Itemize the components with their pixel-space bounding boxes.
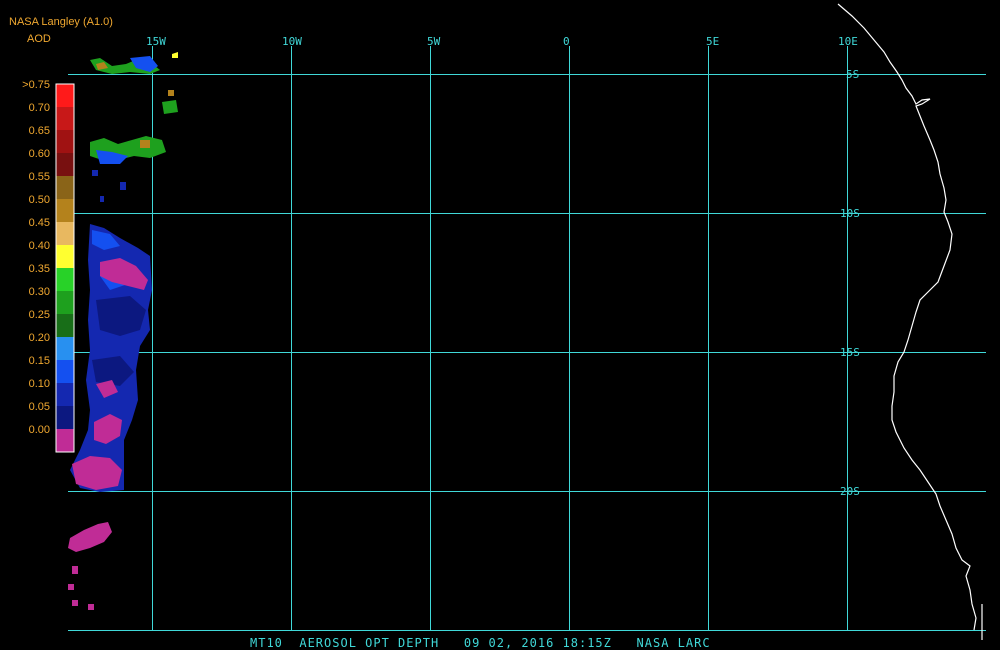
aerosol-map: 15W 10W 5W 0 5E 10E 5S 10S 15S 20S >0.75…: [22, 3, 986, 650]
legend-label: 0.25: [29, 309, 50, 321]
lat-label-10s: 10S: [840, 207, 860, 220]
legend-swatch: [56, 199, 74, 222]
coastline: [837, 3, 977, 631]
legend-swatch: [56, 291, 74, 314]
lat-label-15s: 15S: [840, 346, 860, 359]
legend-label: 0.40: [29, 240, 50, 252]
aod-legend: >0.75 0.70 0.65 0.60 0.55 0.50 0.45 0.40 0.35 0.3…: [22, 79, 75, 453]
legend-swatch: [56, 84, 74, 107]
legend-label: 0.15: [29, 355, 50, 367]
lon-label-10e: 10E: [838, 35, 858, 48]
aod-scatter-8s: [92, 170, 126, 202]
lon-label-5w: 5W: [427, 35, 441, 48]
legend-label: >0.75: [22, 79, 50, 91]
legend-swatch: [56, 268, 74, 291]
legend-swatch: [56, 107, 74, 130]
aod-patch-small-1: [162, 100, 178, 114]
legend-label: 0.00: [29, 424, 50, 436]
aod-south-patch-1: [68, 522, 112, 552]
legend-swatch: [56, 153, 74, 176]
lon-label-10w: 10W: [282, 35, 302, 48]
legend-swatch: [56, 314, 74, 337]
legend-label: 0.10: [29, 378, 50, 390]
aod-patch-small-2: [168, 90, 174, 96]
legend-label: 0.35: [29, 263, 50, 275]
lon-label-5e: 5E: [706, 35, 719, 48]
legend-swatch: [56, 406, 74, 429]
legend-swatch: [56, 337, 74, 360]
longitude-labels: 15W 10W 5W 0 5E 10E: [146, 35, 858, 48]
lat-label-20s: 20S: [840, 485, 860, 498]
legend-swatch: [56, 176, 74, 199]
legend-label: 0.65: [29, 125, 50, 137]
legend-swatch: [56, 383, 74, 406]
legend-label: 0.70: [29, 102, 50, 114]
legend-label: 0.05: [29, 401, 50, 413]
legend-label: 0.50: [29, 194, 50, 206]
legend-label: 0.45: [29, 217, 50, 229]
legend-swatch: [56, 245, 74, 268]
map-grid: [68, 46, 986, 631]
aod-south-patch-2: [68, 566, 94, 610]
legend-swatch: [56, 130, 74, 153]
lat-label-5s: 5S: [846, 68, 859, 81]
lon-label-0: 0: [563, 35, 570, 48]
latitude-labels: 5S 10S 15S 20S: [840, 68, 860, 498]
aod-retrievals: [68, 52, 178, 610]
map-caption: MT10 AEROSOL OPT DEPTH 09 02, 2016 18:15…: [250, 636, 711, 650]
legend-label: 0.20: [29, 332, 50, 344]
legend-label: 0.55: [29, 171, 50, 183]
aod-band-7s-gold: [140, 140, 150, 148]
legend-swatch: [56, 360, 74, 383]
legend-label: 0.30: [29, 286, 50, 298]
aod-patch-small-3: [172, 52, 178, 58]
lon-label-15w: 15W: [146, 35, 166, 48]
legend-swatch: [56, 429, 74, 452]
legend-swatch: [56, 222, 74, 245]
legend-label: 0.60: [29, 148, 50, 160]
